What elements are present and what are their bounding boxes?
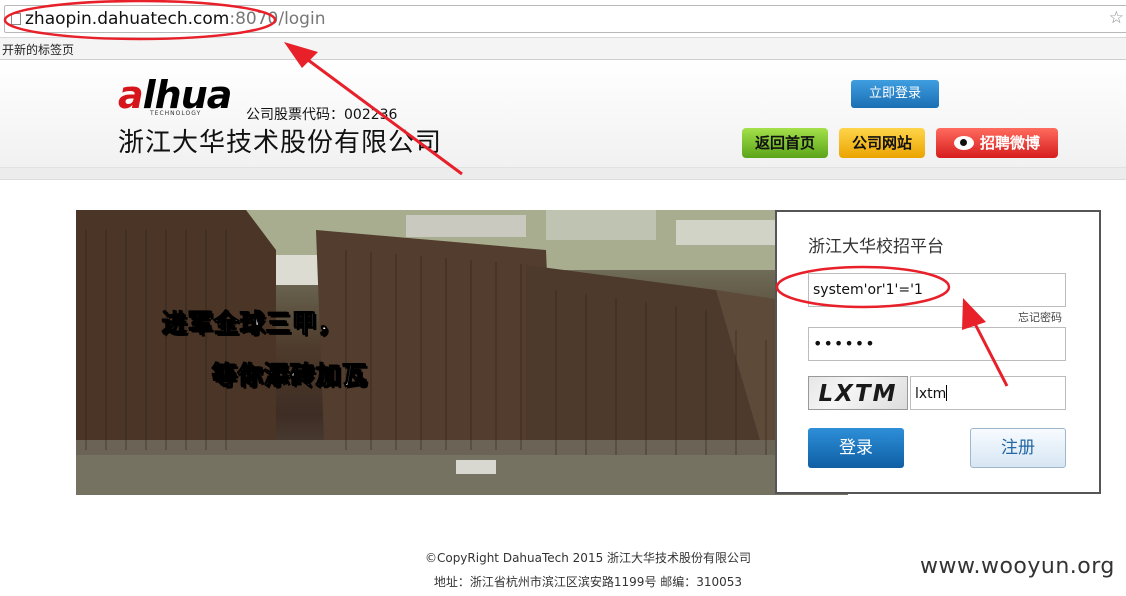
password-input[interactable]: •••••• bbox=[808, 327, 1066, 361]
company-name: 浙江大华技术股份有限公司 bbox=[118, 128, 443, 158]
captcha-input[interactable]: lxtm bbox=[910, 376, 1066, 410]
text-caret bbox=[946, 385, 948, 401]
browser-address-bar: zhaopin.dahuatech.com:8070/login ☆ bbox=[0, 0, 1126, 38]
bookmark-star-icon[interactable]: ☆ bbox=[1109, 8, 1124, 28]
register-button[interactable]: 注册 bbox=[970, 428, 1066, 468]
captcha-value: lxtm bbox=[915, 386, 947, 402]
login-now-button[interactable]: 立即登录 bbox=[851, 80, 939, 108]
header-divider bbox=[0, 168, 1126, 180]
company-website-button[interactable]: 公司网站 bbox=[839, 128, 925, 158]
home-button[interactable]: 返回首页 bbox=[742, 128, 828, 158]
username-input[interactable]: system'or'1'='1 bbox=[808, 273, 1066, 307]
login-button[interactable]: 登录 bbox=[808, 428, 904, 468]
logo-subtitle: TECHNOLOGY bbox=[150, 110, 202, 117]
login-panel-title: 浙江大华校招平台 bbox=[808, 237, 944, 257]
bookmarks-bar: 开新的标签页 bbox=[0, 38, 1126, 60]
recruit-weibo-button[interactable]: 招聘微博 bbox=[936, 128, 1058, 158]
url-text: zhaopin.dahuatech.com:8070/login bbox=[25, 9, 325, 29]
url-path: :8070/login bbox=[229, 9, 326, 29]
stock-code: 公司股票代码：002236 bbox=[246, 107, 398, 123]
campus-banner: 进军全球三甲， 等你添砖加瓦 bbox=[76, 210, 848, 495]
page-icon bbox=[11, 13, 21, 25]
dahua-logo[interactable]: alhua bbox=[118, 76, 232, 114]
forgot-password-link[interactable]: 忘记密码 bbox=[1018, 309, 1062, 325]
wooyun-watermark: www.wooyun.org bbox=[920, 554, 1115, 579]
weibo-icon bbox=[953, 136, 974, 150]
url-input[interactable]: zhaopin.dahuatech.com:8070/login bbox=[4, 5, 1126, 33]
banner-slogan-1: 进军全球三甲， bbox=[161, 309, 345, 339]
campus-buildings-image bbox=[76, 210, 848, 495]
url-host: zhaopin.dahuatech.com bbox=[25, 9, 230, 29]
bookmark-new-tab[interactable]: 开新的标签页 bbox=[2, 41, 74, 58]
weibo-label: 招聘微博 bbox=[979, 134, 1040, 152]
banner-slogan-2: 等你添砖加瓦 bbox=[211, 361, 369, 391]
site-header: alhua TECHNOLOGY 公司股票代码：002236 浙江大华技术股份有… bbox=[0, 60, 1126, 168]
login-panel: 浙江大华校招平台 system'or'1'='1 忘记密码 •••••• LXT… bbox=[775, 210, 1101, 494]
captcha-image[interactable]: LXTM bbox=[808, 376, 908, 410]
